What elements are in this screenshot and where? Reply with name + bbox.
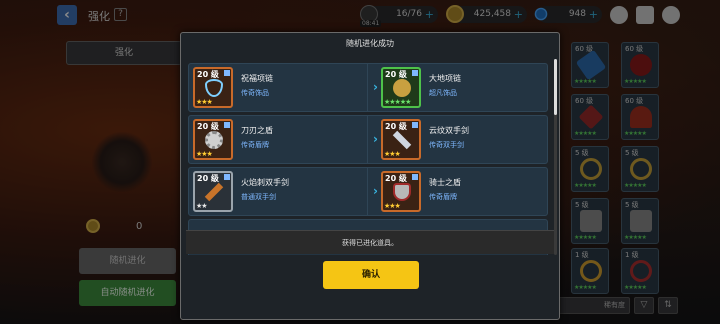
item-name: 火焰刺双手剑 [241, 178, 289, 187]
item-stars: ★★★ [196, 150, 213, 158]
item-slot[interactable]: 20 级 ★★★ [193, 119, 233, 160]
item-slot[interactable]: 20 级 ★★★ [193, 67, 233, 108]
necklace-icon [393, 79, 411, 97]
item-slot[interactable]: 20 级 ★★ [193, 171, 233, 212]
shield-icon [205, 131, 223, 149]
item-stars: ★★★ [384, 150, 401, 158]
confirm-button[interactable]: 确认 [323, 261, 419, 289]
item-stars: ★★ [196, 202, 208, 210]
list-scrollbar[interactable] [554, 59, 557, 255]
item-name: 云纹双手剑 [429, 126, 469, 135]
item-stars: ★★★★★ [384, 98, 411, 106]
item-type: 普通双手剑 [241, 193, 276, 201]
row-divider [367, 116, 368, 163]
corner-badge-icon [412, 174, 418, 180]
dialog-title: 随机进化成功 [346, 39, 394, 48]
item-slot[interactable]: 20 级 ★★★ [381, 171, 421, 212]
item-name: 骑士之盾 [429, 178, 461, 187]
item-stars: ★★★ [384, 202, 401, 210]
row-divider [367, 64, 368, 111]
item-name: 刀刃之盾 [241, 126, 273, 135]
evolve-result-dialog: 随机进化成功 20 级 ★★★ 祝福项链 传奇饰品 › 20 级 ★★★★★ 大… [180, 32, 560, 320]
corner-badge-icon [224, 122, 230, 128]
to-item: 20 级 ★★★★★ 大地项链 超凡饰品 [377, 64, 547, 111]
item-level: 20 级 [197, 174, 219, 183]
item-type: 传奇饰品 [241, 89, 269, 97]
result-notice: 获得已进化道具。 [186, 230, 554, 254]
sword-icon [204, 182, 224, 202]
result-row: 20 级 ★★ 火焰刺双手剑 普通双手剑 › 20 级 ★★★ 骑士之盾 传奇盾… [188, 167, 548, 216]
to-item: 20 级 ★★★ 骑士之盾 传奇盾牌 [377, 168, 547, 215]
item-type: 传奇双手剑 [429, 141, 464, 149]
result-list: 20 级 ★★★ 祝福项链 传奇饰品 › 20 级 ★★★★★ 大地项链 超凡饰… [186, 59, 552, 255]
corner-badge-icon [412, 122, 418, 128]
item-type: 传奇盾牌 [241, 141, 269, 149]
to-item: 20 级 ★★★ 云纹双手剑 传奇双手剑 [377, 116, 547, 163]
item-type: 传奇盾牌 [429, 193, 457, 201]
from-item: 20 级 ★★★ 祝福项链 传奇饰品 › [189, 64, 378, 111]
row-divider [367, 168, 368, 215]
shield-icon [393, 183, 411, 201]
sword-icon [392, 130, 412, 150]
from-item: 20 级 ★★★ 刀刃之盾 传奇盾牌 › [189, 116, 378, 163]
result-row: 20 级 ★★★ 刀刃之盾 传奇盾牌 › 20 级 ★★★ 云纹双手剑 传奇双手… [188, 115, 548, 164]
item-type: 超凡饰品 [429, 89, 457, 97]
from-item: 20 级 ★★ 火焰刺双手剑 普通双手剑 › [189, 168, 378, 215]
item-slot[interactable]: 20 级 ★★★★★ [381, 67, 421, 108]
result-row: 20 级 ★★★ 祝福项链 传奇饰品 › 20 级 ★★★★★ 大地项链 超凡饰… [188, 63, 548, 112]
necklace-icon [205, 79, 223, 97]
item-stars: ★★★ [196, 98, 213, 106]
item-slot[interactable]: 20 级 ★★★ [381, 119, 421, 160]
item-name: 祝福项链 [241, 74, 273, 83]
corner-badge-icon [224, 70, 230, 76]
scroll-thumb[interactable] [554, 59, 557, 115]
corner-badge-icon [412, 70, 418, 76]
item-name: 大地项链 [429, 74, 461, 83]
corner-badge-icon [224, 174, 230, 180]
